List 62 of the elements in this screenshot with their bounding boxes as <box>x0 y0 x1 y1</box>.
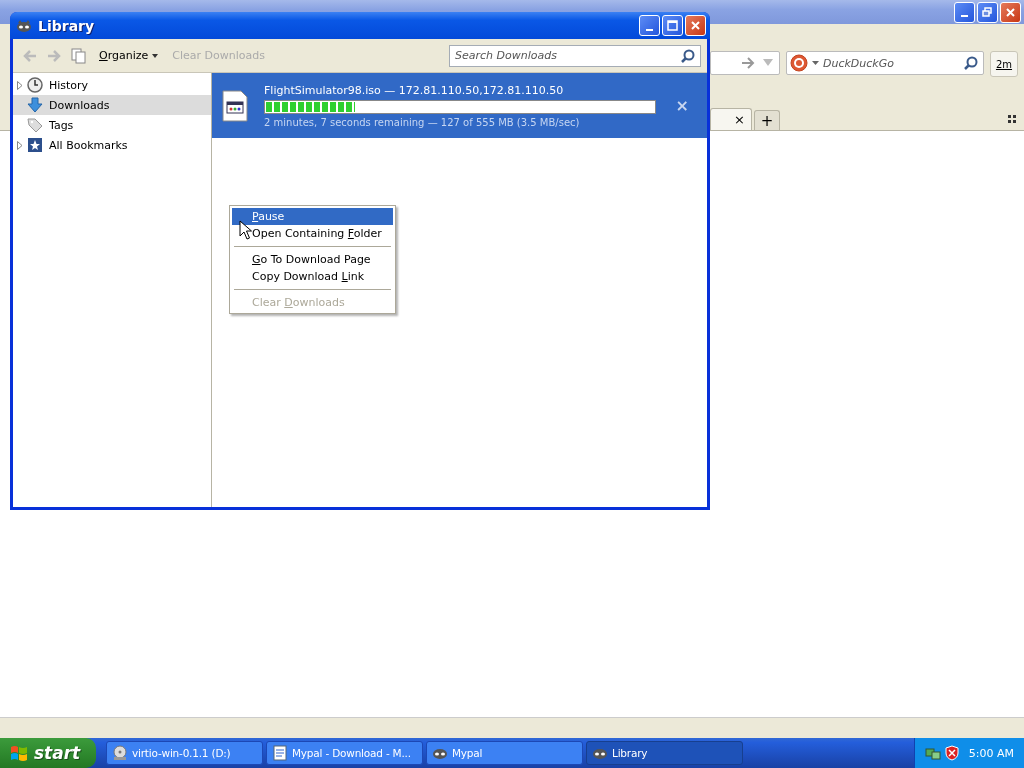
network-icon[interactable] <box>925 745 941 761</box>
taskbar-button[interactable]: virtio-win-0.1.1 (D:) <box>106 741 263 765</box>
start-button[interactable]: start <box>0 738 96 768</box>
clock-icon <box>27 77 43 93</box>
window-title: Library <box>38 17 96 34</box>
taskbar-button[interactable]: Mypal <box>426 741 583 765</box>
close-button[interactable] <box>1000 1 1021 23</box>
grid-icon[interactable] <box>1008 115 1016 123</box>
menu-item[interactable]: Pause <box>232 208 393 225</box>
tab-close-button[interactable]: × <box>734 112 745 127</box>
download-status: 2 minutes, 7 seconds remaining — 127 of 555 MB (3.5 MB/sec) <box>264 116 581 128</box>
minimize-button[interactable] <box>639 15 660 36</box>
download-name: FlightSimulator98.iso — 172.81.110.50,172.81.110.50 <box>264 83 565 97</box>
menu-item[interactable]: Go To Download Page <box>232 251 393 268</box>
maximize-button[interactable] <box>662 15 683 36</box>
search-field[interactable]: DuckDuckGo <box>786 51 984 75</box>
raccoon-icon <box>16 18 32 33</box>
document-icon <box>272 745 288 761</box>
pages-icon <box>71 47 87 64</box>
disc-drive-icon <box>112 745 128 761</box>
raccoon-icon <box>432 746 448 760</box>
minimize-icon <box>961 15 968 17</box>
clock: 5:00 AM <box>968 746 1014 760</box>
minimize-icon <box>646 28 653 31</box>
restore-button[interactable] <box>977 1 998 23</box>
downloads-button[interactable]: 2m <box>990 51 1018 77</box>
file-icon <box>222 89 248 122</box>
search-icon[interactable] <box>681 48 695 63</box>
taskbar-button[interactable]: Library <box>586 741 743 765</box>
cursor-icon <box>239 220 252 240</box>
expand-icon[interactable] <box>17 80 23 90</box>
caret-icon <box>152 53 159 58</box>
circle-logo-icon <box>790 54 808 72</box>
browser-tab[interactable]: × <box>710 108 752 130</box>
sidebar-item[interactable]: History <box>13 75 211 95</box>
caret-icon[interactable] <box>812 61 819 66</box>
organize-button[interactable]: Organize <box>97 49 161 62</box>
go-arrow-icon[interactable] <box>741 57 755 69</box>
windows-flag-icon <box>10 745 28 761</box>
raccoon-icon <box>592 746 608 760</box>
sidebar-item[interactable]: All Bookmarks <box>13 135 211 155</box>
minimize-button[interactable] <box>954 1 975 23</box>
maximize-icon <box>667 20 678 31</box>
new-tab-button[interactable]: + <box>754 110 780 130</box>
cancel-button[interactable]: × <box>671 96 693 115</box>
close-icon <box>1005 6 1016 18</box>
download-item[interactable]: FlightSimulator98.iso — 172.81.110.50,172.81.110.50 2 minutes, 7 seconds remaining — 127 of 555 MB (3.5 MB/sec) × <box>212 73 707 138</box>
taskbar-button[interactable]: Mypal - Download - M... <box>266 741 423 765</box>
sidebar-item[interactable]: Downloads <box>13 95 211 115</box>
menu-item[interactable]: Copy Download Link <box>232 268 393 285</box>
restore-icon <box>982 6 993 18</box>
close-icon <box>690 20 701 31</box>
search-field[interactable]: Search Downloads <box>449 44 701 67</box>
menu-item[interactable]: Open Containing Folder <box>232 225 393 242</box>
sidebar-item[interactable]: Tags <box>13 115 211 135</box>
bookmark-star-icon <box>27 137 43 153</box>
shield-icon[interactable] <box>945 745 959 761</box>
expand-icon[interactable] <box>17 140 23 150</box>
search-icon[interactable] <box>964 56 978 70</box>
download-arrow-icon <box>27 97 43 113</box>
close-button[interactable] <box>685 15 706 36</box>
tag-icon <box>27 117 43 133</box>
